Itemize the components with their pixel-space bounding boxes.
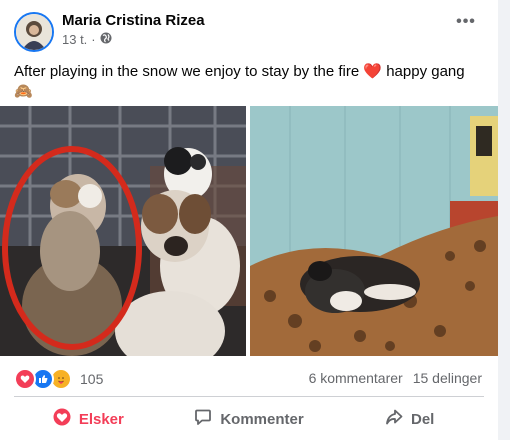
action-bar: Elsker Kommenter Del xyxy=(8,400,490,438)
comments-count[interactable]: 6 kommentarer xyxy=(309,370,403,386)
love-icon xyxy=(14,368,36,390)
love-button-label: Elsker xyxy=(78,410,124,428)
post-header: Maria Cristina Rizea 13 t. · ••• xyxy=(12,10,486,54)
photo-grid xyxy=(0,106,498,356)
post-time[interactable]: 13 t. xyxy=(62,32,87,47)
engagement-stats: 6 kommentarer 15 delinger xyxy=(309,370,482,386)
comment-button[interactable]: Kommenter xyxy=(169,400,330,438)
author-name[interactable]: Maria Cristina Rizea xyxy=(62,12,205,29)
share-icon xyxy=(385,408,403,430)
comment-button-label: Kommenter xyxy=(220,410,304,428)
globe-icon xyxy=(100,32,112,47)
post-meta: 13 t. · xyxy=(62,32,112,47)
share-button-label: Del xyxy=(411,410,435,428)
divider xyxy=(14,396,484,397)
meta-separator: · xyxy=(91,32,96,47)
love-button[interactable]: Elsker xyxy=(8,400,169,438)
reaction-count: 105 xyxy=(80,371,104,387)
photo-puppy-sleeping[interactable] xyxy=(250,106,498,356)
post-card: Maria Cristina Rizea 13 t. · ••• After p… xyxy=(0,0,498,440)
photo-puppies-sofa[interactable] xyxy=(0,106,246,356)
author-avatar[interactable] xyxy=(14,12,54,52)
shares-count[interactable]: 15 delinger xyxy=(413,370,482,386)
share-button[interactable]: Del xyxy=(329,400,490,438)
reactions-summary[interactable]: 105 xyxy=(14,368,103,390)
heart-icon xyxy=(53,408,71,430)
comment-icon xyxy=(194,408,212,430)
post-text: After playing in the snow we enjoy to st… xyxy=(14,63,465,100)
more-options-icon[interactable]: ••• xyxy=(450,14,482,38)
